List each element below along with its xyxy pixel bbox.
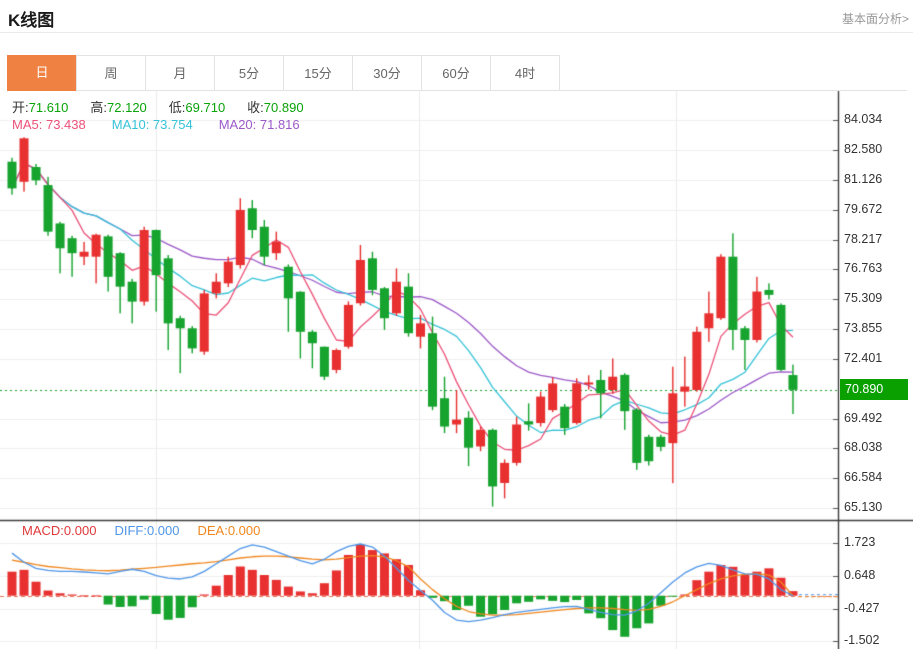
current-price-badge: 70.890 xyxy=(840,379,908,400)
maRow-item: MA5: 73.438 xyxy=(12,117,86,132)
y-axis-label: 66.584 xyxy=(844,470,882,484)
tab-period-1[interactable]: 日 xyxy=(7,55,77,91)
y-axis-label: 76.763 xyxy=(844,261,882,275)
tab-period-5[interactable]: 15分 xyxy=(283,55,353,91)
ma-legend: MA5: 73.438 MA10: 73.754 MA20: 71.816 xyxy=(12,117,326,132)
y-axis-label: 81.126 xyxy=(844,172,882,186)
tab-period-4[interactable]: 5分 xyxy=(214,55,284,91)
y-axis-label: 69.492 xyxy=(844,411,882,425)
y-axis-label: -1.502 xyxy=(844,633,879,647)
header-divider xyxy=(0,32,913,33)
y-axis-label: 73.855 xyxy=(844,321,882,335)
y-axis-label: 65.130 xyxy=(844,500,882,514)
y-axis-label: 68.038 xyxy=(844,440,882,454)
y-axis-label: 82.580 xyxy=(844,142,882,156)
tab-period-7[interactable]: 60分 xyxy=(421,55,491,91)
y-axis-label: 78.217 xyxy=(844,232,882,246)
maRow-item: MA20: 71.816 xyxy=(219,117,300,132)
y-axis-label: -0.427 xyxy=(844,601,879,615)
macdRow-item: MACD:0.000 xyxy=(22,523,96,538)
period-tabbar: 日周月5分15分30分60分4时 xyxy=(8,55,560,91)
ohlc-item: 收:70.890 xyxy=(247,100,303,115)
tab-period-3[interactable]: 月 xyxy=(145,55,215,91)
y-axis-label: 75.309 xyxy=(844,291,882,305)
tab-period-8[interactable]: 4时 xyxy=(490,55,560,91)
macdRow-item: DIFF:0.000 xyxy=(114,523,179,538)
y-axis-label: 0.648 xyxy=(844,568,875,582)
tab-period-6[interactable]: 30分 xyxy=(352,55,422,91)
macdRow-item: DEA:0.000 xyxy=(197,523,260,538)
kline-page: K线图 基本面分析> 日周月5分15分30分60分4时 开:71.610 高:72… xyxy=(0,0,913,649)
y-axis-label: 72.401 xyxy=(844,351,882,365)
fundamental-analysis-link[interactable]: 基本面分析> xyxy=(842,10,909,27)
tab-period-2[interactable]: 周 xyxy=(76,55,146,91)
ohlc-item: 高:72.120 xyxy=(90,100,146,115)
ohlc-legend: 开:71.610 高:72.120 低:69.710 收:70.890 xyxy=(12,97,326,116)
maRow-item: MA10: 73.754 xyxy=(112,117,193,132)
page-title: K线图 xyxy=(8,6,54,31)
y-axis-label: 1.723 xyxy=(844,535,875,549)
y-axis-label: 79.672 xyxy=(844,202,882,216)
ohlc-item: 开:71.610 xyxy=(12,100,68,115)
macd-legend: MACD:0.000 DIFF:0.000 DEA:0.000 xyxy=(22,523,278,538)
y-axis-label: 84.034 xyxy=(844,112,882,126)
ohlc-item: 低:69.710 xyxy=(169,100,225,115)
